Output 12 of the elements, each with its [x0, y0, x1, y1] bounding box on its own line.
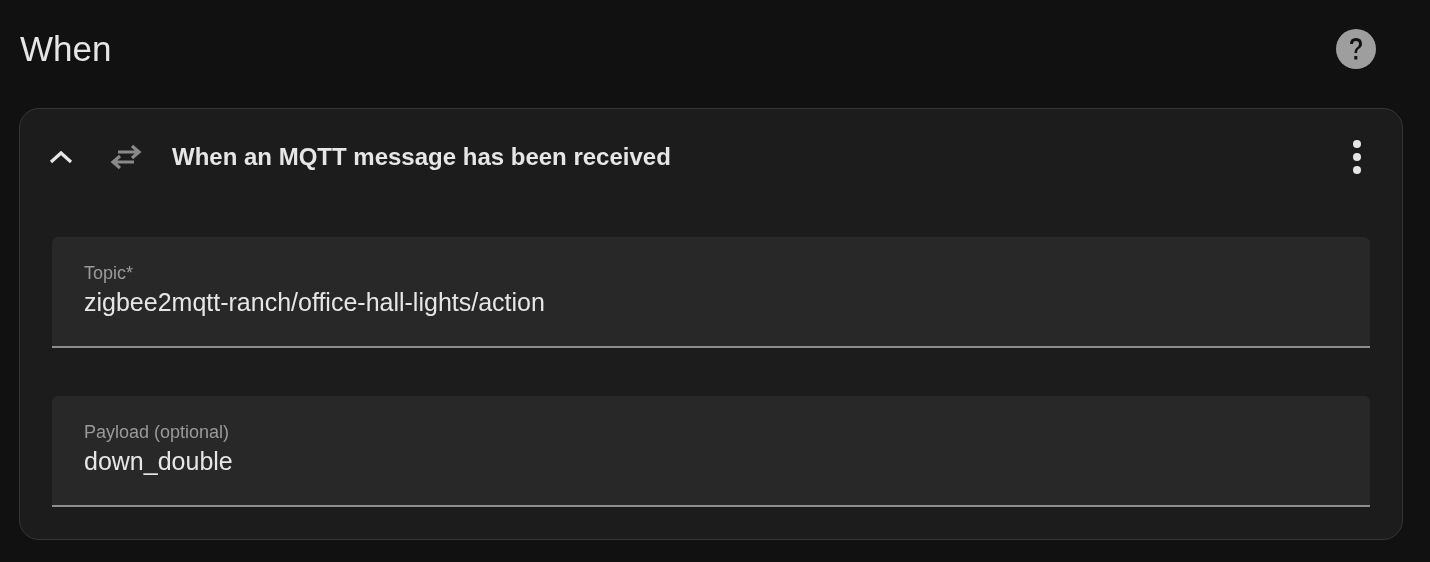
field-value: zigbee2mqtt-ranch/office-hall-lights/action	[84, 288, 545, 317]
chevron-up-icon[interactable]	[48, 149, 74, 165]
menu-icon[interactable]	[1352, 140, 1362, 174]
text-field[interactable]: Payload (optional) down_double	[52, 396, 1370, 507]
field-label: Payload (optional)	[84, 422, 230, 443]
field-label: Topic*	[84, 263, 134, 284]
field-value: down_double	[84, 447, 233, 476]
text-field[interactable]: Topic* zigbee2mqtt-ranch/office-hall-lights/action	[52, 237, 1370, 348]
help-icon[interactable]	[1336, 29, 1376, 69]
swap-arrows-icon	[108, 142, 144, 172]
trigger-title: When an MQTT message has been received	[172, 143, 672, 171]
section-title: When	[20, 29, 112, 69]
